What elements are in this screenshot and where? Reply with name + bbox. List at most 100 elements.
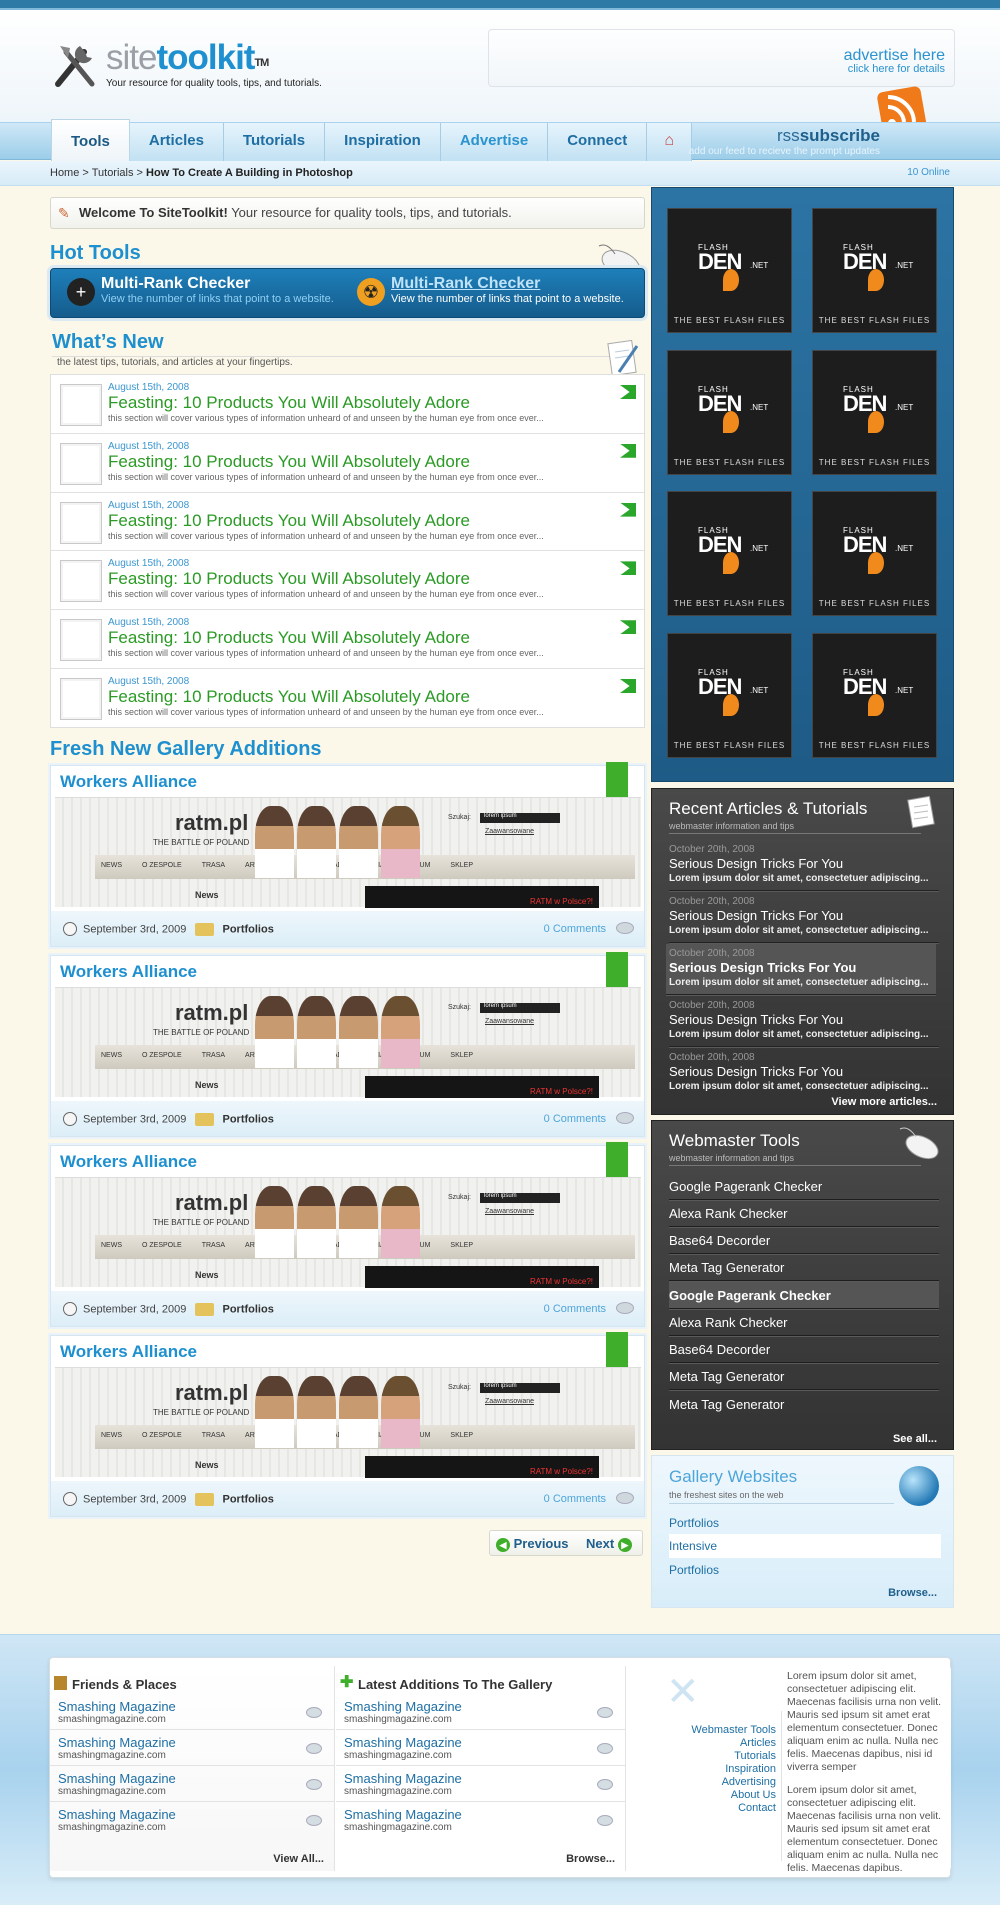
- tab-advertise[interactable]: Advertise: [440, 123, 549, 161]
- friend-link[interactable]: Smashing Magazine smashingmagazine.com: [50, 1694, 334, 1730]
- gallery-item-title[interactable]: Workers Alliance: [60, 962, 197, 982]
- gallery-item[interactable]: Workers Alliance ratm.pl THE BATTLE OF P…: [50, 762, 645, 947]
- list-item[interactable]: August 15th, 2008 Feasting: 10 Products Y…: [51, 669, 644, 728]
- comments-link[interactable]: 0 Comments: [544, 1303, 606, 1315]
- flashden-ad[interactable]: FLASH DEN .NET THE BEST FLASH FILES: [812, 208, 937, 333]
- flashden-ad[interactable]: FLASH DEN .NET THE BEST FLASH FILES: [667, 350, 792, 475]
- footer-link[interactable]: Articles: [626, 1737, 776, 1750]
- view-all-link[interactable]: View All...: [273, 1853, 324, 1865]
- footer-link[interactable]: Tutorials: [626, 1750, 776, 1763]
- tab-inspiration[interactable]: Inspiration: [325, 123, 441, 161]
- hot-tool-item[interactable]: ☢ Multi-Rank Checker View the number of …: [357, 275, 624, 306]
- view-more-articles-link[interactable]: View more articles...: [831, 1096, 937, 1108]
- article-title: Serious Design Tricks For You: [669, 1012, 844, 1027]
- article-excerpt: Lorem ipsum dolor sit amet, consectetuer…: [669, 977, 929, 988]
- tool-link[interactable]: Alexa Rank Checker: [669, 1200, 939, 1227]
- gallery-item-category[interactable]: Portfolios: [222, 923, 273, 935]
- gallery-item[interactable]: Workers Alliance ratm.pl THE BATTLE OF P…: [50, 1142, 645, 1327]
- tool-link[interactable]: Meta Tag Generator: [669, 1363, 939, 1390]
- tool-link[interactable]: Google Pagerank Checker: [669, 1282, 939, 1309]
- flashden-ad[interactable]: FLASH DEN .NET THE BEST FLASH FILES: [667, 633, 792, 758]
- tool-link[interactable]: Base64 Decorder: [669, 1227, 939, 1254]
- gallery-screenshot[interactable]: ratm.pl THE BATTLE OF POLAND NEWS O ZESPO…: [55, 1367, 641, 1478]
- friend-link[interactable]: Smashing Magazine smashingmagazine.com: [50, 1766, 334, 1802]
- gallery-link[interactable]: Smashing Magazine smashingmagazine.com: [336, 1730, 625, 1766]
- gallery-item-category[interactable]: Portfolios: [222, 1493, 273, 1505]
- gallery-website-link[interactable]: Intensive: [669, 1534, 941, 1558]
- comments-link[interactable]: 0 Comments: [544, 1113, 606, 1125]
- article-item[interactable]: October 20th, 2008 Serious Design Tricks …: [669, 892, 939, 943]
- rss-subscribe[interactable]: rsssubscribe add our feed to recieve the…: [689, 126, 880, 157]
- gallery-item-category[interactable]: Portfolios: [222, 1303, 273, 1315]
- tab-articles[interactable]: Articles: [129, 123, 224, 161]
- tool-link[interactable]: Alexa Rank Checker: [669, 1309, 939, 1336]
- gallery-link[interactable]: Smashing Magazine smashingmagazine.com: [336, 1766, 625, 1802]
- browse-link[interactable]: Browse...: [888, 1587, 937, 1599]
- gallery-screenshot[interactable]: ratm.pl THE BATTLE OF POLAND NEWS O ZESPO…: [55, 987, 641, 1098]
- crumb-home[interactable]: Home: [50, 167, 79, 179]
- previous-button[interactable]: ◀ Previous: [496, 1536, 569, 1552]
- list-item[interactable]: August 15th, 2008 Feasting: 10 Products Y…: [51, 551, 644, 611]
- list-item[interactable]: August 15th, 2008 Feasting: 10 Products Y…: [51, 610, 644, 669]
- footer-link[interactable]: Contact: [626, 1802, 776, 1815]
- item-title[interactable]: Feasting: 10 Products You Will Absolutel…: [108, 452, 644, 472]
- tab-tools[interactable]: Tools: [51, 119, 130, 161]
- friend-link[interactable]: Smashing Magazine smashingmagazine.com: [50, 1802, 334, 1838]
- flashden-ad[interactable]: FLASH DEN .NET THE BEST FLASH FILES: [812, 350, 937, 475]
- see-all-link[interactable]: See all...: [893, 1433, 937, 1445]
- item-title[interactable]: Feasting: 10 Products You Will Absolutel…: [108, 569, 644, 589]
- gallery-item-title[interactable]: Workers Alliance: [60, 772, 197, 792]
- tab-connect[interactable]: Connect: [548, 123, 648, 161]
- next-button[interactable]: Next ▶: [586, 1536, 632, 1552]
- gallery-item[interactable]: Workers Alliance ratm.pl THE BATTLE OF P…: [50, 1332, 645, 1517]
- ad-net: .NET: [750, 261, 769, 270]
- gallery-item-title[interactable]: Workers Alliance: [60, 1152, 197, 1172]
- comments-link[interactable]: 0 Comments: [544, 1493, 606, 1505]
- comments-link[interactable]: 0 Comments: [544, 923, 606, 935]
- advertise-box[interactable]: advertise here click here for details: [488, 29, 955, 87]
- list-item[interactable]: August 15th, 2008 Feasting: 10 Products Y…: [51, 434, 644, 493]
- item-title[interactable]: Feasting: 10 Products You Will Absolutel…: [108, 628, 644, 648]
- footer-link[interactable]: About Us: [626, 1789, 776, 1802]
- footer-link[interactable]: Webmaster Tools: [626, 1724, 776, 1737]
- list-item[interactable]: August 15th, 2008 Feasting: 10 Products Y…: [51, 493, 644, 552]
- tool-link[interactable]: Meta Tag Generator: [669, 1254, 939, 1281]
- tool-link[interactable]: Base64 Decorder: [669, 1336, 939, 1363]
- flashden-ad[interactable]: FLASH DEN .NET THE BEST FLASH FILES: [812, 633, 937, 758]
- shot-subtitle: THE BATTLE OF POLAND: [153, 838, 250, 847]
- article-item[interactable]: October 20th, 2008 Serious Design Tricks …: [666, 944, 936, 995]
- gallery-link[interactable]: Smashing Magazine smashingmagazine.com: [336, 1802, 625, 1838]
- gallery-item-title[interactable]: Workers Alliance: [60, 1342, 197, 1362]
- main-nav: Tools Articles Tutorials Inspiration Adv…: [0, 119, 1000, 161]
- browse-link[interactable]: Browse...: [566, 1853, 615, 1865]
- footer-link[interactable]: Advertising: [626, 1776, 776, 1789]
- gallery-item[interactable]: Workers Alliance ratm.pl THE BATTLE OF P…: [50, 952, 645, 1137]
- list-item[interactable]: August 15th, 2008 Feasting: 10 Products Y…: [51, 375, 644, 434]
- gallery-screenshot[interactable]: ratm.pl THE BATTLE OF POLAND NEWS O ZESPO…: [55, 1177, 641, 1288]
- ad-net: .NET: [750, 544, 769, 553]
- tool-link[interactable]: Meta Tag Generator: [669, 1391, 939, 1418]
- item-title[interactable]: Feasting: 10 Products You Will Absolutel…: [108, 393, 644, 413]
- article-item[interactable]: October 20th, 2008 Serious Design Tricks …: [669, 840, 939, 891]
- gallery-screenshot[interactable]: ratm.pl THE BATTLE OF POLAND NEWS O ZESPO…: [55, 797, 641, 908]
- site-logo[interactable]: sitetoolkitTM Your resource for quality …: [50, 40, 322, 92]
- friend-link[interactable]: Smashing Magazine smashingmagazine.com: [50, 1730, 334, 1766]
- gallery-link[interactable]: Smashing Magazine smashingmagazine.com: [336, 1694, 625, 1730]
- gallery-website-link[interactable]: Portfolios: [669, 1511, 941, 1535]
- flashden-ad[interactable]: FLASH DEN .NET THE BEST FLASH FILES: [812, 491, 937, 616]
- home-icon[interactable]: ⌂: [647, 123, 693, 161]
- tab-tutorials[interactable]: Tutorials: [223, 123, 326, 161]
- flashden-ad[interactable]: FLASH DEN .NET THE BEST FLASH FILES: [667, 491, 792, 616]
- item-date: August 15th, 2008: [108, 440, 190, 452]
- footer-link[interactable]: Inspiration: [626, 1763, 776, 1776]
- tool-link[interactable]: Google Pagerank Checker: [669, 1173, 939, 1200]
- crumb-tutorials[interactable]: Tutorials: [92, 167, 134, 179]
- gallery-website-link[interactable]: Portfolios: [669, 1558, 941, 1582]
- hot-tool-item[interactable]: + Multi-Rank Checker View the number of …: [67, 275, 334, 306]
- item-title[interactable]: Feasting: 10 Products You Will Absolutel…: [108, 511, 644, 531]
- article-item[interactable]: October 20th, 2008 Serious Design Tricks …: [669, 1048, 939, 1099]
- gallery-item-category[interactable]: Portfolios: [222, 1113, 273, 1125]
- flashden-ad[interactable]: FLASH DEN .NET THE BEST FLASH FILES: [667, 208, 792, 333]
- item-title[interactable]: Feasting: 10 Products You Will Absolutel…: [108, 687, 644, 707]
- article-item[interactable]: October 20th, 2008 Serious Design Tricks …: [669, 996, 939, 1047]
